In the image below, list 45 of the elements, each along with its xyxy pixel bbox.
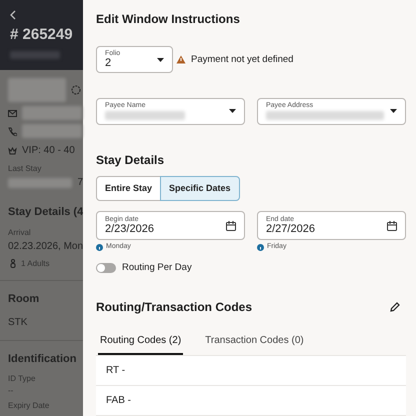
tab[interactable]: Transaction Codes (0): [203, 329, 306, 355]
arrival-label: Arrival: [8, 226, 32, 238]
back-icon[interactable]: [10, 10, 16, 20]
expiry-date-label: Expiry Date: [8, 400, 50, 412]
vip-level: VIP: 40 - 40: [22, 144, 75, 158]
toggle-label: Routing Per Day: [122, 261, 192, 276]
toggle-switch[interactable]: [96, 263, 116, 274]
sync-icon: [71, 85, 81, 95]
caret-icon: [390, 109, 397, 114]
info-icon: [257, 244, 264, 252]
section-title: Stay Details: [96, 152, 166, 170]
blurred-text: [10, 50, 60, 58]
pencil-icon[interactable]: [390, 302, 400, 312]
info-icon: [96, 244, 103, 252]
last-stay-value: 7: [77, 176, 83, 190]
last-stay-label: Last Stay: [8, 163, 42, 175]
calendar-icon[interactable]: [387, 220, 397, 231]
warning-message: Payment not yet defined: [191, 52, 294, 67]
phone-icon: [8, 126, 17, 136]
person-icon: [10, 259, 16, 268]
crown-icon: [8, 146, 17, 154]
warning-icon: [176, 55, 186, 64]
routing-code-row: FAB -: [96, 386, 406, 416]
mail-icon: [8, 110, 17, 116]
segment-option[interactable]: Entire Stay: [96, 176, 162, 202]
reservation-number: # 265249: [10, 25, 74, 45]
blurred-text: [8, 78, 66, 102]
section-title: Identification: [8, 352, 78, 367]
id-type-label: ID Type: [8, 372, 36, 384]
blurred-text: [22, 106, 82, 120]
section-title: Room: [8, 292, 40, 306]
id-type-value: --: [8, 384, 14, 396]
calendar-icon[interactable]: [226, 220, 236, 231]
drawer-title: Edit Window Instructions: [96, 11, 241, 28]
routing-code-row: RT -: [96, 356, 406, 386]
blurred-text: [22, 124, 82, 138]
segment-option[interactable]: Specific Dates: [160, 176, 240, 202]
blurred-text: [8, 178, 72, 188]
section-title: Routing/Transaction Codes: [96, 299, 252, 316]
room-type: STK: [8, 316, 28, 330]
caret-icon: [157, 58, 164, 62]
arrival-date: 02.23.2026, Mon: [8, 240, 83, 254]
caret-icon: [229, 109, 236, 114]
guest-count: 1 Adults: [21, 258, 50, 270]
section-title: Stay Details (4: [8, 205, 83, 220]
